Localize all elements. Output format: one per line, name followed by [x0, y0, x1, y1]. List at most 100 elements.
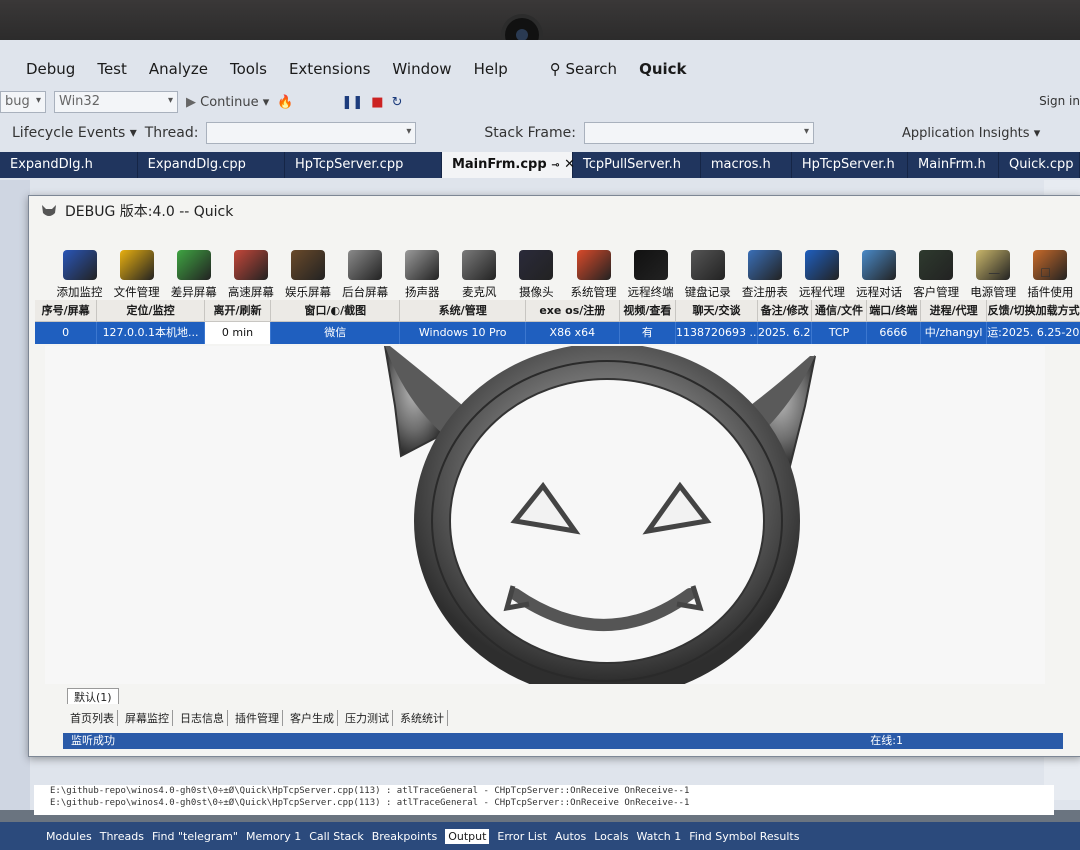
pin-icon[interactable]: ⊸ [551, 160, 559, 171]
column-header[interactable]: 通信/文件 [812, 300, 867, 322]
toolbar-button-client-manage[interactable]: 客户管理 [910, 250, 963, 300]
toolbar-button-file-manager[interactable]: 文件管理 [110, 250, 163, 300]
toolbar-button-label: 添加监控 [56, 285, 103, 299]
camera-icon [519, 250, 554, 280]
toolbar-button-proxy[interactable]: 远程代理 [795, 250, 848, 300]
vs-bottom-tool-tabs: Modules Threads Find "telegram" Memory 1… [0, 822, 1080, 850]
tab-mainfrm-h[interactable]: MainFrm.h [908, 152, 1000, 178]
toolbar-button-registry[interactable]: 查注册表 [738, 250, 791, 300]
column-header[interactable]: 进程/代理 [921, 300, 988, 322]
toolbar-button-add-monitor[interactable]: 添加监控 [53, 250, 106, 300]
toolbar-button-label: 后台屏幕 [342, 285, 389, 299]
table-cell: 6666 [866, 322, 921, 344]
toolbar-button-label: 远程终端 [627, 285, 674, 299]
table-cell: 微信 [271, 322, 401, 344]
tab-plugin-manage[interactable]: 插件管理 [232, 710, 283, 726]
bottom-tab-find-symbol[interactable]: Find Symbol Results [689, 830, 799, 843]
column-header[interactable]: 备注/修改 [758, 300, 813, 322]
bottom-tab-memory[interactable]: Memory 1 [246, 830, 301, 843]
menu-test[interactable]: Test [97, 60, 127, 78]
continue-button[interactable]: ▶ Continue ▾ [186, 95, 269, 110]
toolbar-button-camera[interactable]: 摄像头 [510, 250, 563, 300]
menu-analyze[interactable]: Analyze [149, 60, 208, 78]
toolbar-button-microphone[interactable]: 麦克风 [453, 250, 506, 300]
output-line: E:\github-repo\winos4.0-gh0st\0÷±Ø\Quick… [50, 786, 690, 796]
tab-client-generate[interactable]: 客户生成 [287, 710, 338, 726]
minimize-icon[interactable]: — [988, 266, 1000, 280]
menu-window[interactable]: Window [392, 60, 451, 78]
bottom-tab-output[interactable]: Output [445, 828, 490, 844]
toolbar-button-label: 麦克风 [462, 285, 497, 299]
toolbar-button-label: 远程代理 [798, 285, 845, 299]
tab-mainfrm-cpp[interactable]: MainFrm.cpp ⊸ ✕ [441, 152, 575, 178]
menu-help[interactable]: Help [474, 60, 508, 78]
tab-screen-monitor[interactable]: 屏幕监控 [122, 710, 173, 726]
tab-macros-h[interactable]: macros.h [701, 152, 792, 178]
toolbar-button-label: 娱乐屏幕 [284, 285, 331, 299]
column-header[interactable]: exe os/注册 [525, 300, 620, 322]
config-combo[interactable]: bug ▾ [0, 91, 46, 113]
sign-in-link[interactable]: Sign in [1039, 94, 1080, 108]
bottom-tab-find[interactable]: Find "telegram" [152, 830, 238, 843]
maximize-icon[interactable]: ☐ [1040, 266, 1051, 280]
column-header[interactable]: 窗口/◐/截图 [271, 300, 401, 322]
column-header[interactable]: 系统/管理 [400, 300, 526, 322]
table-row[interactable]: 0 127.0.0.1本机地... 0 min 微信 Windows 10 Pro X86… [35, 322, 1080, 344]
column-header[interactable]: 聊天/交谈 [676, 300, 759, 322]
add-monitor-icon [62, 250, 97, 280]
toolbar-button-entertain-screen[interactable]: 娱乐屏幕 [281, 250, 334, 300]
bottom-tab-threads[interactable]: Threads [100, 830, 144, 843]
tab-expanddlg-h[interactable]: ExpandDlg.h [0, 152, 138, 178]
menu-debug[interactable]: Debug [26, 60, 75, 78]
tab-hptcpserver-h[interactable]: HpTcpServer.h [792, 152, 909, 178]
column-header[interactable]: 序号/屏幕 [35, 300, 98, 322]
tab-home-list[interactable]: 首页列表 [67, 710, 118, 726]
column-header[interactable]: 端口/终端 [866, 300, 921, 322]
toolbar-button-background-screen[interactable]: 后台屏幕 [339, 250, 392, 300]
speaker-icon [405, 250, 440, 280]
toolbar-button-fast-screen[interactable]: 高速屏幕 [224, 250, 277, 300]
microphone-icon [462, 250, 497, 280]
vs-debug-toolbar: Lifecycle Events ▾ Thread: ▾ Stack Frame… [0, 94, 1080, 146]
toolbar-button-diff-screen[interactable]: 差异屏幕 [167, 250, 220, 300]
toolbar-button-chat[interactable]: 远程对话 [853, 250, 906, 300]
toolbar-button-system-manage[interactable]: 系统管理 [567, 250, 620, 300]
tab-stress-test[interactable]: 压力测试 [342, 710, 393, 726]
toolbar-button-label: 差异屏幕 [170, 285, 217, 299]
bottom-tab-locals[interactable]: Locals [594, 830, 628, 843]
toolbar-button-speaker[interactable]: 扬声器 [396, 250, 449, 300]
toolbar-button-terminal[interactable]: 远程终端 [624, 250, 677, 300]
tab-default-group[interactable]: 默认(1) [67, 688, 119, 704]
table-cell: 运:2025. 6.25-20:13:... [987, 322, 1080, 344]
file-manager-icon [119, 250, 154, 280]
pause-icon[interactable]: ❚❚ [341, 95, 363, 110]
tab-system-stats[interactable]: 系统统计 [397, 710, 448, 726]
bottom-tab-call-stack[interactable]: Call Stack [309, 830, 363, 843]
platform-combo[interactable]: Win32 ▾ [54, 91, 178, 113]
column-header[interactable]: 离开/刷新 [204, 300, 272, 322]
stack-frame-combo[interactable]: ▾ [583, 122, 814, 144]
bottom-tab-autos[interactable]: Autos [555, 830, 586, 843]
column-header[interactable]: 定位/监控 [97, 300, 205, 322]
bottom-tab-error-list[interactable]: Error List [497, 830, 547, 843]
thread-combo[interactable]: ▾ [206, 122, 417, 144]
menu-tools[interactable]: Tools [230, 60, 267, 78]
tab-hptcpserver-cpp[interactable]: HpTcpServer.cpp [285, 152, 442, 178]
tab-log-info[interactable]: 日志信息 [177, 710, 228, 726]
bottom-tab-watch[interactable]: Watch 1 [636, 830, 681, 843]
tab-expanddlg-cpp[interactable]: ExpandDlg.cpp [138, 152, 285, 178]
column-header[interactable]: 反馈/切换加载方式 [987, 300, 1080, 322]
stop-icon[interactable]: ■ [371, 95, 383, 110]
search-box[interactable]: ⚲ Search [550, 60, 617, 78]
toolbar-button-keyboard[interactable]: 键盘记录 [681, 250, 734, 300]
column-header[interactable]: 视频/查看 [619, 300, 677, 322]
hot-reload-icon[interactable]: 🔥 [277, 95, 293, 110]
tab-quick-cpp[interactable]: Quick.cpp [999, 152, 1080, 178]
bottom-tab-modules[interactable]: Modules [46, 830, 92, 843]
lifecycle-events-dropdown[interactable]: Lifecycle Events ▾ [0, 125, 137, 141]
app-insights-button[interactable]: Application Insights ▾ [902, 126, 1040, 141]
restart-icon[interactable]: ↻ [392, 95, 403, 110]
bottom-tab-breakpoints[interactable]: Breakpoints [372, 830, 438, 843]
tab-tcppullserver-h[interactable]: TcpPullServer.h [573, 152, 701, 178]
menu-extensions[interactable]: Extensions [289, 60, 370, 78]
